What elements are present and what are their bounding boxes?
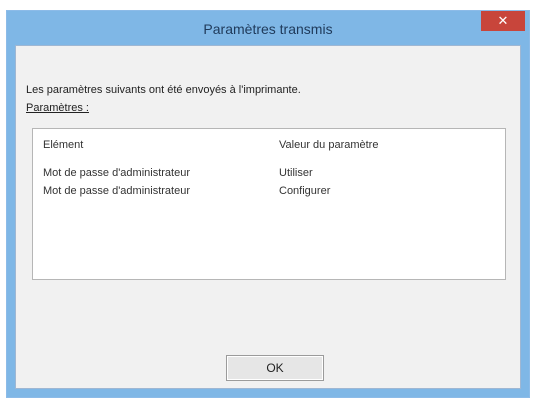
list-row[interactable]: Mot de passe d'administrateur Configurer [43, 185, 495, 199]
dialog-window: Paramètres transmis ✕ Les paramètres sui… [6, 10, 530, 398]
parameters-label: Paramètres : [26, 102, 89, 114]
list-row[interactable]: Mot de passe d'administrateur Utiliser [43, 167, 495, 181]
title-bar: Paramètres transmis ✕ [7, 11, 529, 45]
ok-button[interactable]: OK [226, 355, 324, 381]
dialog-title: Paramètres transmis [203, 21, 333, 37]
info-message: Les paramètres suivants ont été envoyés … [26, 84, 301, 96]
row-value: Configurer [279, 185, 331, 197]
row-element: Mot de passe d'administrateur [43, 167, 191, 179]
parameters-list[interactable]: Elément Valeur du paramètre Mot de passe… [32, 128, 506, 280]
list-header: Elément Valeur du paramètre [43, 139, 495, 153]
dialog-body: Les paramètres suivants ont été envoyés … [15, 45, 521, 389]
column-header-element: Elément [43, 139, 84, 151]
row-value: Utiliser [279, 167, 313, 179]
column-header-value: Valeur du paramètre [279, 139, 379, 151]
close-icon: ✕ [497, 13, 509, 28]
close-button[interactable]: ✕ [481, 11, 525, 31]
row-element: Mot de passe d'administrateur [43, 185, 191, 197]
